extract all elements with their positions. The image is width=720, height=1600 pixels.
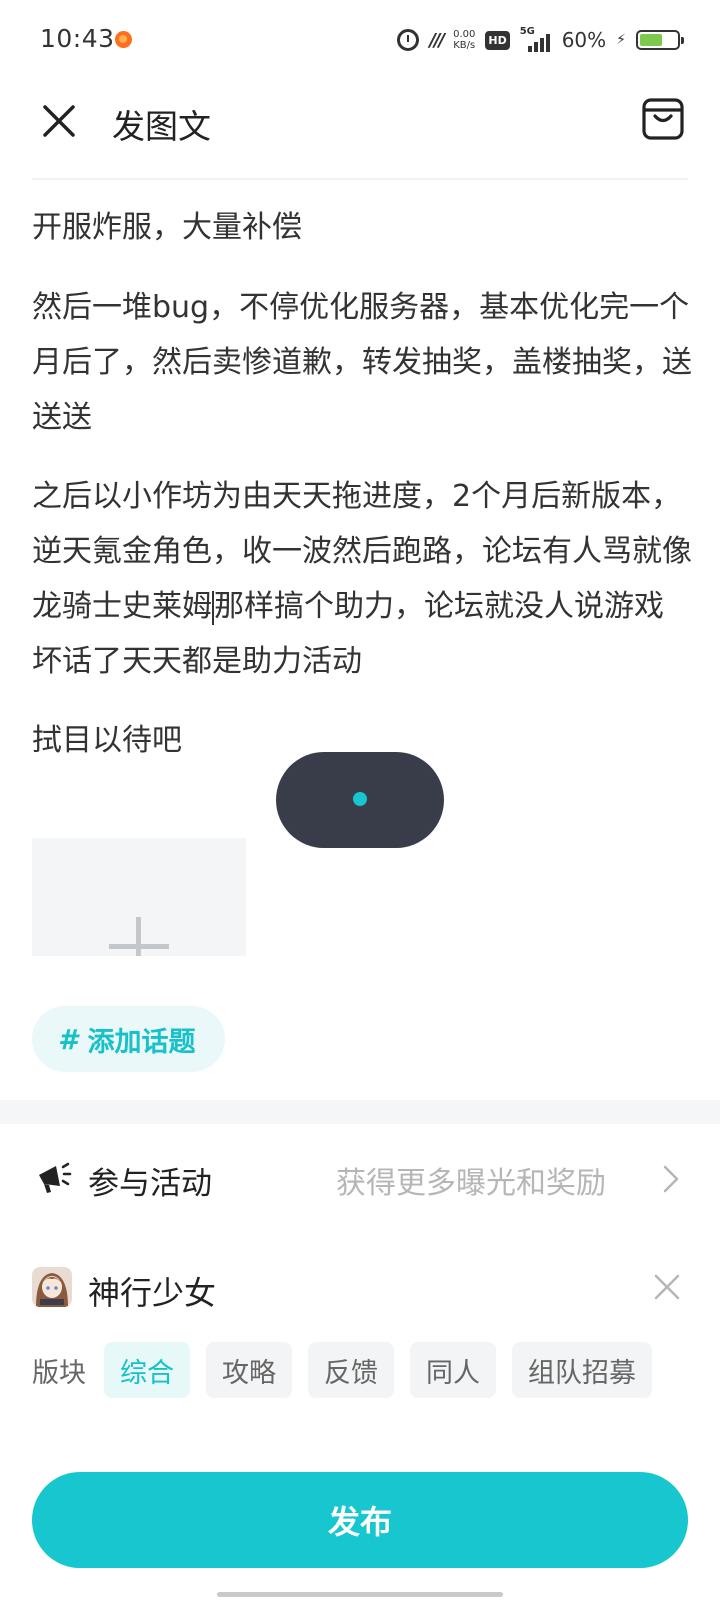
alarm-icon — [397, 29, 420, 51]
battery-fill — [640, 34, 662, 46]
join-activity-hint: 获得更多曝光和奖励 — [336, 1166, 606, 1201]
megaphone-icon — [39, 1162, 72, 1193]
charging-icon: ⚡ — [616, 32, 626, 48]
game-avatar[interactable] — [32, 1267, 72, 1307]
page-title: 发图文 — [112, 107, 211, 146]
network-activity-icon: /// — [429, 29, 445, 51]
add-topic-label: 添加话题 — [87, 1026, 196, 1058]
board-option-team-recruit[interactable]: 组队招募 — [512, 1342, 652, 1398]
drafts-bag-icon — [642, 98, 684, 140]
post-paragraph: 开服炸服，大量补偿 — [32, 210, 302, 245]
battery-percent: 60% — [561, 28, 607, 52]
plus-icon-vertical — [136, 917, 141, 956]
board-option-feedback[interactable]: 反馈 — [308, 1342, 394, 1398]
network-speed-unit: KB/s — [453, 40, 476, 51]
top-bar: 发图文 — [0, 80, 720, 178]
selected-game-row: 神行少女 — [0, 1250, 720, 1330]
publish-button[interactable]: 发布 — [32, 1472, 688, 1568]
close-button[interactable] — [36, 98, 82, 144]
game-avatar-image — [32, 1267, 72, 1307]
post-paragraph: 然后一堆bug，不停优化服务器，基本优化完一个月后了，然后卖惨道歉，转发抽奖，盖… — [32, 290, 692, 435]
section-divider — [0, 1100, 720, 1124]
board-label: 版块 — [32, 1357, 86, 1389]
chevron-right-icon — [663, 1165, 679, 1193]
network-speed-value: 0.00 — [453, 29, 476, 40]
game-name: 神行少女 — [88, 1274, 217, 1312]
add-image-button[interactable] — [32, 838, 246, 956]
network-speed: 0.00 KB/s — [453, 29, 475, 51]
board-option-general[interactable]: 综合 — [104, 1342, 190, 1398]
remove-game-icon[interactable] — [652, 1272, 682, 1302]
battery-icon — [636, 30, 684, 50]
home-indicator[interactable] — [217, 1592, 503, 1597]
board-option-fanworks[interactable]: 同人 — [410, 1342, 496, 1398]
loading-dot — [353, 792, 367, 806]
status-time: 10:43 — [40, 24, 115, 53]
join-activity-row[interactable]: 参与活动 获得更多曝光和奖励 — [0, 1140, 720, 1220]
header-divider — [32, 178, 688, 180]
hashtag-icon: # — [58, 1022, 78, 1056]
loading-indicator — [276, 752, 444, 848]
post-paragraph: 之后以小作坊为由天天拖进度，2个月后新版本，逆天氪金角色，收一波然后跑路，论坛有… — [32, 469, 692, 689]
notification-app-icon — [115, 31, 132, 48]
hd-voice-icon: HD — [485, 30, 510, 50]
board-selector: 版块 综合 攻略 反馈 同人 组队招募 — [32, 1342, 652, 1398]
signal-icon: 5G — [520, 26, 552, 52]
add-topic-button[interactable]: # 添加话题 — [32, 1006, 226, 1072]
drafts-button[interactable] — [638, 94, 688, 144]
post-content-editor[interactable]: 开服炸服，大量补偿 然后一堆bug，不停优化服务器，基本优化完一个月后了，然后卖… — [32, 200, 692, 792]
status-icons: /// 0.00 KB/s HD 5G 60% ⚡ — [397, 24, 684, 56]
close-icon — [43, 105, 75, 137]
status-bar: 10:43 /// 0.00 KB/s HD 5G 60% ⚡ — [0, 0, 720, 80]
join-activity-label: 参与活动 — [88, 1166, 212, 1202]
board-option-guides[interactable]: 攻略 — [206, 1342, 292, 1398]
